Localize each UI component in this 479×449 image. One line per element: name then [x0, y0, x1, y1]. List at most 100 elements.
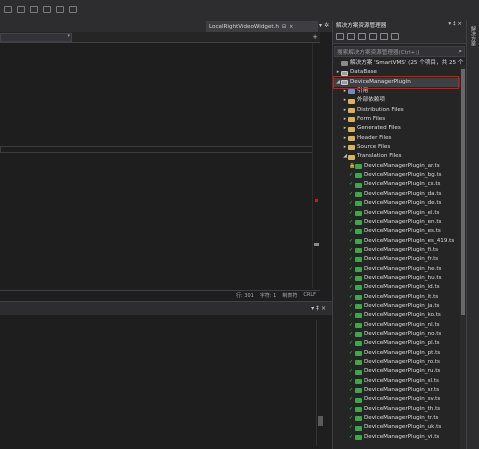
- tree-item-label: DeviceManagerPlugin_uk.ts: [364, 424, 442, 431]
- bookmark-icon[interactable]: [30, 6, 38, 13]
- tree-item-file[interactable]: ✓ DeviceManagerPlugin_no.ts: [333, 330, 466, 339]
- tab-menu-icon[interactable]: ▾ ✲: [319, 22, 329, 29]
- tree-item-label: DeviceManagerPlugin_vi.ts: [364, 433, 440, 440]
- tree-item-label: DeviceManagerPlugin: [350, 78, 411, 85]
- panel-controls[interactable]: ▾ ‡ ×: [311, 305, 326, 312]
- ts-icon: [355, 406, 362, 412]
- tree-item-file[interactable]: ✓ DeviceManagerPlugin_uk.ts: [333, 423, 466, 432]
- tree-item-folder[interactable]: ▸ Header Files: [333, 134, 466, 143]
- editor-tab-strip: LocalRightVideoWidget.h ⊟ × ▾ ✲: [0, 20, 332, 32]
- tree-item-file[interactable]: ✓ DeviceManagerPlugin_ru.ts: [333, 367, 466, 376]
- tree-item-file[interactable]: ✓ DeviceManagerPlugin_fi.ts: [333, 246, 466, 255]
- ts-icon: [355, 266, 362, 272]
- checkmark-icon: ✓: [349, 368, 354, 375]
- ts-icon: [355, 304, 362, 310]
- char-number: 字符: 1: [259, 292, 277, 299]
- tree-item-file[interactable]: ✓ DeviceManagerPlugin_ro.ts: [333, 358, 466, 367]
- tab-localrightvideowidget[interactable]: LocalRightVideoWidget.h ⊟ ×: [206, 21, 318, 32]
- bookmark-prev-icon[interactable]: [43, 6, 51, 13]
- bookmark-clear-icon[interactable]: [69, 6, 77, 13]
- tree-item-file[interactable]: ✓ DeviceManagerPlugin_sl.ts: [333, 377, 466, 386]
- ts-icon: [355, 248, 362, 254]
- tree-item[interactable]: 解决方案 'SmartVMS' (25 个项目，共 25 个: [333, 59, 466, 68]
- redo-icon[interactable]: [17, 6, 25, 13]
- scroll-thumb[interactable]: [461, 69, 465, 315]
- wrench-icon[interactable]: [391, 33, 399, 40]
- scroll-thumb[interactable]: [318, 416, 323, 426]
- folder-icon: [348, 154, 355, 160]
- checkmark-icon: ✓: [349, 321, 354, 328]
- tree-item-file[interactable]: ✓ DeviceManagerPlugin_de.ts: [333, 199, 466, 208]
- tree-item-file[interactable]: ✓ DeviceManagerPlugin_bg.ts: [333, 171, 466, 180]
- ts-icon: [355, 350, 362, 356]
- tree-item-folder[interactable]: ▸ Form Files: [333, 115, 466, 124]
- tree-item-file[interactable]: ✓ DeviceManagerPlugin_pt.ts: [333, 349, 466, 358]
- tree-item-file[interactable]: ✓ DeviceManagerPlugin_ko.ts: [333, 311, 466, 320]
- pin-icon[interactable]: ⊟: [282, 24, 286, 30]
- tree-item-file[interactable]: ✓ DeviceManagerPlugin_en.ts: [333, 218, 466, 227]
- properties-icon[interactable]: [380, 33, 388, 40]
- tree-item-file[interactable]: ✓ DeviceManagerPlugin_es.ts: [333, 227, 466, 236]
- tree-item-file[interactable]: ✓ DeviceManagerPlugin_th.ts: [333, 405, 466, 414]
- tab-title: LocalRightVideoWidget.h: [209, 23, 279, 30]
- panel-scrollbar[interactable]: [316, 320, 324, 446]
- tree-item[interactable]: ◢ DeviceManagerPlugin: [333, 77, 466, 88]
- tree-item-label: DeviceManagerPlugin_ro.ts: [364, 359, 440, 365]
- tree-item[interactable]: ▸ DataBase: [333, 68, 466, 77]
- checkmark-icon: ✓: [349, 359, 354, 365]
- tree-item-file[interactable]: ✓ DeviceManagerPlugin_tr.ts: [333, 414, 466, 423]
- tree-item-file[interactable]: ✓ DeviceManagerPlugin_nl.ts: [333, 321, 466, 330]
- tree-item-file[interactable]: ✓ DeviceManagerPlugin_es_419.ts: [333, 237, 466, 246]
- scope-dropdown[interactable]: ▾: [0, 33, 72, 42]
- tree-item-label: 外部依赖项: [357, 97, 385, 104]
- tree-item-file[interactable]: ✓ DeviceManagerPlugin_he.ts: [333, 265, 466, 274]
- collapse-all-icon[interactable]: [369, 33, 377, 40]
- tree-item-file[interactable]: ✓ DeviceManagerPlugin_sr.ts: [333, 386, 466, 395]
- line-ending[interactable]: CRLF: [303, 292, 316, 298]
- refresh-icon[interactable]: [358, 33, 366, 40]
- tree-item[interactable]: ▸ 引用: [333, 87, 466, 96]
- tree-item-file[interactable]: 🔒 DeviceManagerPlugin_ar.ts: [333, 162, 466, 171]
- code-editor[interactable]: [0, 43, 320, 288]
- search-solution-input[interactable]: 搜索解决方案资源管理器(Ctrl+;) ⌕: [334, 46, 465, 57]
- tree-item-file[interactable]: ✓ DeviceManagerPlugin_el.ts: [333, 209, 466, 218]
- close-icon[interactable]: ×: [289, 24, 293, 30]
- tree-item-label: DeviceManagerPlugin_no.ts: [364, 330, 442, 337]
- tree-item-file[interactable]: ✓ DeviceManagerPlugin_fr.ts: [333, 255, 466, 264]
- tab-mode[interactable]: 制表符: [282, 292, 297, 299]
- tree-item-file[interactable]: ✓ DeviceManagerPlugin_cs.ts: [333, 180, 466, 189]
- tree-item-folder[interactable]: ▸ Distribution Files: [333, 106, 466, 115]
- tree-item-file[interactable]: ✓ DeviceManagerPlugin_sv.ts: [333, 395, 466, 404]
- scroll-thumb[interactable]: [314, 243, 319, 246]
- tree-item-file[interactable]: ✓ DeviceManagerPlugin_hu.ts: [333, 274, 466, 283]
- sync-icon[interactable]: [347, 33, 355, 40]
- checkmark-icon: ✓: [349, 330, 354, 337]
- tree-item-file[interactable]: ✓ DeviceManagerPlugin_vi.ts: [333, 433, 466, 442]
- checkmark-icon: ✓: [349, 349, 354, 356]
- editor-navigation-bar: ▾ +: [0, 32, 320, 43]
- tree-item-folder[interactable]: ◢ Translation Files: [333, 152, 466, 161]
- editor-scrollbar[interactable]: [312, 43, 320, 288]
- checkmark-icon: ✓: [349, 396, 354, 403]
- tree-item-file[interactable]: ✓ DeviceManagerPlugin_it.ts: [333, 293, 466, 302]
- tree-item-folder[interactable]: ▸ 外部依赖项: [333, 96, 466, 105]
- tree-item-file[interactable]: ✓ DeviceManagerPlugin_pl.ts: [333, 339, 466, 348]
- undo-icon[interactable]: [4, 6, 12, 13]
- tree-item-file[interactable]: ✓ DeviceManagerPlugin_ja.ts: [333, 302, 466, 311]
- bookmark-next-icon[interactable]: [56, 6, 64, 13]
- ts-icon: [355, 341, 362, 347]
- checkmark-icon: ✓: [349, 218, 354, 225]
- tree-item-file[interactable]: ✓ DeviceManagerPlugin_da.ts: [333, 190, 466, 199]
- tree-item-folder[interactable]: ▸ Generated Files: [333, 124, 466, 133]
- ts-icon: [355, 369, 362, 375]
- search-icon[interactable]: ⌕: [458, 47, 462, 56]
- tree-item-label: DeviceManagerPlugin_en.ts: [364, 218, 442, 225]
- add-icon[interactable]: +: [312, 33, 318, 41]
- checkmark-icon: ✓: [349, 200, 354, 207]
- home-icon[interactable]: [336, 33, 344, 40]
- panel-controls[interactable]: ▾ ‡ ×: [448, 21, 462, 27]
- tree-item-folder[interactable]: ▸ Source Files: [333, 143, 466, 152]
- solution-explorer-side-tab[interactable]: 解决方案: [470, 26, 477, 46]
- tree-item-file[interactable]: ✓ DeviceManagerPlugin_id.ts: [333, 283, 466, 292]
- ts-icon: [355, 210, 362, 216]
